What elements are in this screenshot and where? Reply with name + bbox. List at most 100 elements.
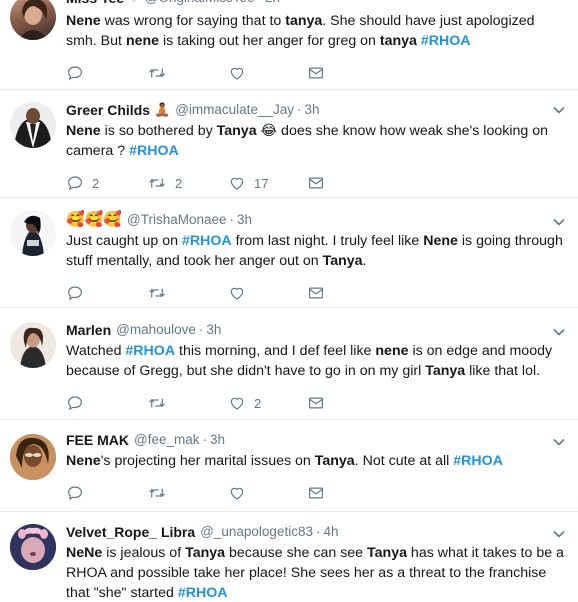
tweet-text: Nene was wrong for saying that to tanya.… (66, 11, 566, 51)
retweet-button[interactable] (147, 63, 167, 83)
keyword-highlight: Tanya (367, 545, 407, 561)
user-handle[interactable]: @mahoulove (116, 320, 196, 340)
retweet-icon (147, 174, 167, 192)
display-name[interactable]: Velvet_Rope_ Libra (66, 522, 195, 542)
direct-message-button[interactable] (307, 283, 325, 303)
direct-message-button[interactable] (307, 393, 325, 413)
like-button[interactable] (228, 63, 246, 83)
like-button[interactable] (228, 483, 246, 503)
timestamp[interactable]: 3h (210, 430, 225, 450)
tweet-text: Nene is so bothered by Tanya 😂 does she … (66, 121, 566, 161)
separator-dot: · (202, 432, 207, 447)
retweet-button[interactable] (147, 393, 167, 413)
envelope-icon (307, 394, 325, 412)
keyword-highlight: Nene (66, 13, 101, 29)
keyword-highlight: nene (125, 33, 160, 49)
separator-dot: · (258, 0, 263, 8)
envelope-icon (307, 64, 325, 82)
heart-icon (228, 64, 246, 82)
timestamp[interactable]: 2h (265, 0, 280, 8)
hashtag-link[interactable]: #RHOA (421, 33, 471, 49)
avatar[interactable] (10, 102, 56, 148)
hashtag-link[interactable]: #RHOA (453, 453, 503, 469)
separator-dot: · (315, 524, 321, 539)
chevron-down-icon[interactable] (552, 325, 566, 339)
hashtag-link[interactable]: #RHOA (125, 343, 175, 359)
reply-button[interactable]: 2 (66, 173, 99, 193)
tweet-actions: 2 (66, 393, 366, 413)
hashtag-link[interactable]: #RHOA (129, 143, 179, 159)
tweet-text: Just caught up on #RHOA from last night.… (66, 231, 566, 271)
user-handle[interactable]: @immaculate__Jay (175, 100, 294, 120)
tweet-card[interactable]: Greer Childs 🧘🏾 @immaculate__Jay · 3h Ne… (0, 90, 578, 198)
user-handle[interactable]: @_unapologetic83 (200, 522, 313, 542)
chevron-down-icon[interactable] (552, 527, 566, 541)
tweet-text-span: like that lol. (465, 363, 541, 379)
retweet-button[interactable] (147, 483, 167, 503)
direct-message-button[interactable] (307, 173, 325, 193)
avatar[interactable] (10, 210, 56, 256)
user-handle[interactable]: @OriginalMissTee (145, 0, 255, 8)
separator-dot: · (229, 212, 235, 227)
tweet-card[interactable]: FEE MAK @fee_mak · 3h Nene's projecting … (0, 420, 578, 512)
display-name[interactable]: Marlen (66, 320, 111, 340)
tweet-header: Greer Childs 🧘🏾 @immaculate__Jay · 3h (66, 100, 320, 120)
keyword-highlight: Tanya (314, 453, 355, 469)
reply-button[interactable] (66, 63, 84, 83)
chevron-down-icon[interactable] (552, 435, 566, 449)
like-button[interactable]: 2 (228, 393, 261, 413)
tweet-card[interactable]: Miss Tee ♡ @OriginalMissTee · 2h Nene wa… (0, 0, 578, 90)
keyword-highlight: Nene (66, 123, 101, 139)
timestamp[interactable]: 3h (304, 100, 319, 120)
display-name[interactable]: Greer Childs (66, 100, 150, 120)
tweet-card[interactable]: 🥰🥰🥰 @TrishaMonaee · 3h Just caught up on… (0, 198, 578, 308)
tweet-text-span: . Not cute at all (354, 453, 454, 469)
tweet-text-span: from last night. I truly feel like (231, 233, 424, 249)
avatar[interactable] (10, 322, 56, 368)
chevron-down-icon[interactable] (552, 103, 566, 117)
retweet-button[interactable]: 2 (147, 173, 182, 193)
keyword-highlight: Tanya (185, 545, 226, 561)
avatar[interactable] (10, 524, 56, 570)
tweet-text-span: is taking out her anger for greg on (159, 33, 380, 49)
keyword-highlight: nene (375, 343, 409, 359)
reply-count: 2 (92, 175, 100, 191)
timestamp[interactable]: 4h (323, 522, 338, 542)
chevron-down-icon[interactable] (552, 215, 566, 229)
person-emoji-icon: 🧘🏾 (154, 102, 171, 117)
avatar[interactable] (10, 434, 56, 480)
direct-message-button[interactable] (307, 483, 325, 503)
reply-button[interactable] (66, 393, 84, 413)
tweet-feed: Miss Tee ♡ @OriginalMissTee · 2h Nene wa… (0, 0, 578, 602)
keyword-highlight: Tanya (322, 253, 363, 269)
hashtag-link[interactable]: #RHOA (182, 233, 232, 249)
envelope-icon (307, 174, 325, 192)
like-button[interactable] (228, 283, 246, 303)
timestamp[interactable]: 3h (237, 210, 252, 230)
tweet-card[interactable]: Velvet_Rope_ Libra @_unapologetic83 · 4h… (0, 512, 578, 602)
reply-icon (66, 394, 84, 412)
user-handle[interactable]: @fee_mak (134, 430, 199, 450)
tweet-card[interactable]: Marlen @mahoulove · 3h Watched #RHOA thi… (0, 308, 578, 420)
avatar[interactable] (10, 0, 56, 40)
timestamp[interactable]: 3h (206, 320, 221, 340)
reply-button[interactable] (66, 483, 84, 503)
reply-button[interactable] (66, 283, 84, 303)
retweet-icon (147, 64, 167, 82)
tweet-header: Miss Tee ♡ @OriginalMissTee · 2h (66, 0, 280, 8)
like-button[interactable]: 17 (228, 173, 268, 193)
keyword-highlight: Nene (66, 453, 101, 469)
display-name[interactable]: Miss Tee (66, 0, 124, 8)
envelope-icon (307, 284, 325, 302)
like-count: 17 (254, 175, 269, 191)
user-handle[interactable]: @TrishaMonaee (127, 210, 227, 230)
heart-icon (228, 394, 246, 412)
retweet-button[interactable] (147, 283, 167, 303)
display-name[interactable]: FEE MAK (66, 430, 129, 450)
hashtag-link[interactable]: #RHOA (178, 585, 228, 601)
tweet-actions (66, 63, 366, 83)
display-name[interactable]: 🥰🥰🥰 (66, 210, 122, 230)
direct-message-button[interactable] (307, 63, 325, 83)
heart-icon (228, 284, 246, 302)
tweet-header: Marlen @mahoulove · 3h (66, 320, 221, 340)
